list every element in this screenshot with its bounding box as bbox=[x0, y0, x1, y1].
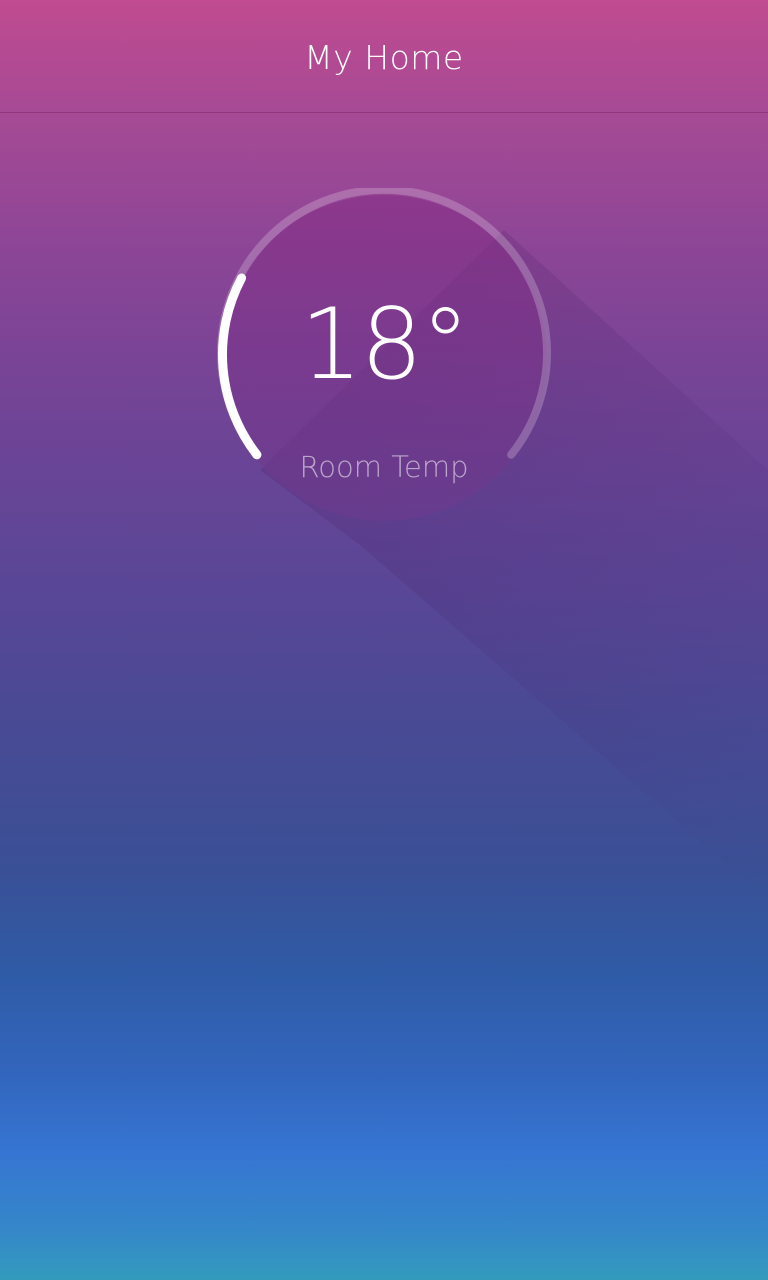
temperature-readout: 18° bbox=[300, 288, 470, 402]
page-title: My Home bbox=[304, 38, 464, 77]
temperature-label: Room Temp bbox=[299, 450, 469, 484]
app-header: My Home bbox=[0, 0, 768, 113]
